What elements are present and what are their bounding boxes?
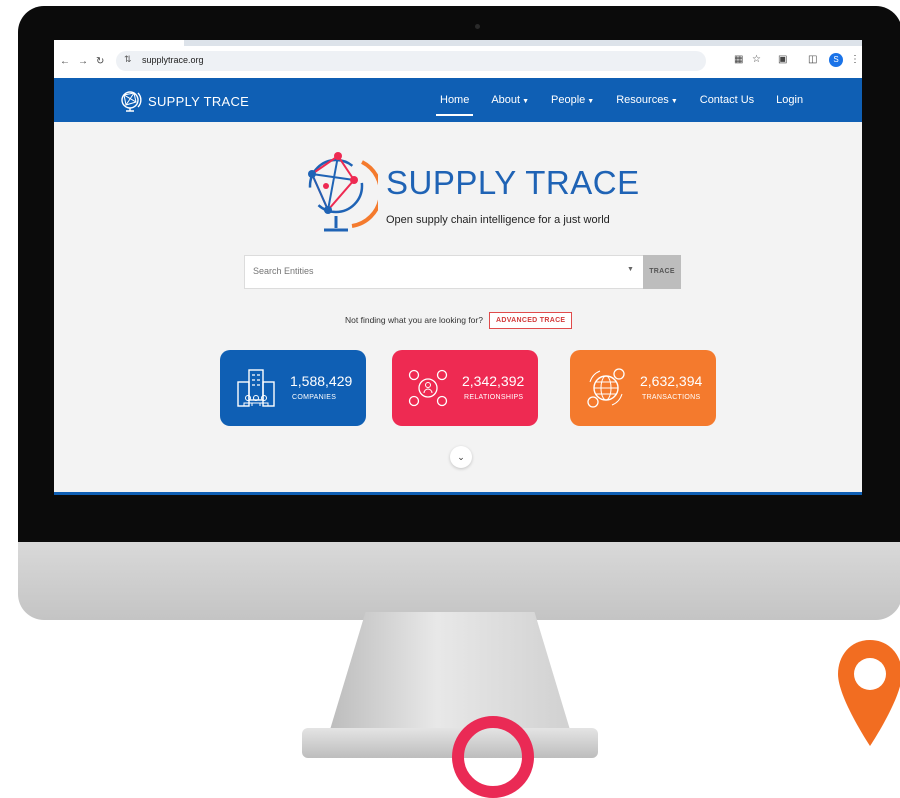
brand-name: SUPPLY TRACE (148, 93, 250, 109)
reload-icon[interactable]: ↻ (96, 56, 104, 67)
people-network-icon (408, 369, 448, 407)
advanced-trace-row: Not finding what you are looking for? AD… (345, 310, 585, 330)
monitor-stand-base (302, 728, 598, 758)
extensions-icon[interactable]: ▣ (778, 54, 787, 65)
site-logo[interactable]: SUPPLY TRACE (118, 89, 249, 113)
nav-resources-label: Resources (616, 94, 669, 106)
companies-label: COMPANIES (292, 394, 337, 401)
monitor-chin (18, 542, 900, 620)
relationships-label: RELATIONSHIPS (464, 394, 524, 401)
section-divider (54, 492, 862, 495)
ring-decoration (452, 716, 534, 798)
caret-down-icon: ▼ (670, 98, 678, 105)
relationships-count: 2,342,392 (462, 373, 525, 389)
search-input[interactable] (245, 256, 640, 286)
advanced-prompt: Not finding what you are looking for? (345, 315, 483, 325)
browser-chrome: ← → ↻ ⇅ supplytrace.org ▦ ☆ ▣ ◫ S ⋮ (54, 40, 862, 78)
supply-trace-globe-icon (308, 152, 378, 232)
advanced-trace-button[interactable]: ADVANCED TRACE (488, 311, 573, 329)
search-dropdown-icon[interactable]: ▼ (627, 266, 634, 273)
main-menu: Home About ▼ People ▼ Resources ▼ Contact U… (435, 78, 825, 122)
address-bar[interactable]: ⇅ supplytrace.org (116, 51, 706, 71)
nav-people[interactable]: People ▼ (551, 94, 594, 106)
bookmark-star-icon[interactable]: ☆ (752, 54, 761, 65)
globe-money-icon (587, 368, 625, 408)
hero: SUPPLY TRACE Open supply chain intellige… (302, 144, 642, 240)
sidepanel-icon[interactable]: ◫ (808, 54, 817, 65)
nav-people-label: People (551, 94, 586, 106)
back-icon[interactable]: ← (60, 56, 70, 67)
nav-login[interactable]: Login (776, 94, 803, 106)
profile-avatar[interactable]: S (829, 53, 843, 67)
nav-resources[interactable]: Resources ▼ (616, 94, 678, 106)
nav-about[interactable]: About ▼ (491, 94, 529, 106)
caret-down-icon: ▼ (522, 98, 530, 105)
nav-contact[interactable]: Contact Us (700, 94, 754, 106)
hero-title: SUPPLY TRACE (386, 164, 640, 201)
url-text: supplytrace.org (142, 55, 204, 65)
caret-down-icon: ▼ (587, 98, 595, 105)
camera (475, 24, 480, 29)
tab-strip (54, 40, 862, 46)
stat-card-transactions[interactable]: 2,632,394 TRANSACTIONS (570, 350, 716, 426)
globe-logo-icon (121, 91, 142, 112)
browser-screen: ← → ↻ ⇅ supplytrace.org ▦ ☆ ▣ ◫ S ⋮ SUPP… (54, 40, 862, 495)
stat-card-relationships[interactable]: 2,342,392 RELATIONSHIPS (392, 350, 538, 426)
menu-kebab-icon[interactable]: ⋮ (850, 54, 860, 65)
address-row: ← → ↻ ⇅ supplytrace.org ▦ ☆ ▣ ◫ S ⋮ (54, 50, 862, 74)
site-navbar: SUPPLY TRACE Home About ▼ People ▼ Resourc… (54, 78, 862, 122)
hero-tagline: Open supply chain intelligence for a jus… (386, 214, 610, 226)
buildings-icon (237, 369, 275, 407)
cast-icon[interactable]: ▦ (734, 54, 743, 65)
nav-about-label: About (491, 94, 521, 106)
transactions-count: 2,632,394 (640, 373, 703, 389)
nav-home[interactable]: Home (435, 94, 474, 116)
chevron-down-icon: ⌄ (457, 452, 465, 462)
transactions-label: TRANSACTIONS (642, 394, 701, 401)
nav-contact-label: Contact Us (699, 94, 755, 106)
nav-home-label: Home (440, 94, 470, 106)
scroll-down-button[interactable]: ⌄ (450, 446, 472, 468)
map-pin-decoration-icon (838, 640, 900, 746)
site-info-icon[interactable]: ⇅ (124, 54, 132, 65)
stat-card-companies[interactable]: 1,588,429 COMPANIES (220, 350, 366, 426)
trace-button[interactable]: TRACE (643, 255, 681, 289)
search-box: ▼ TRACE (244, 255, 681, 289)
companies-count: 1,588,429 (290, 373, 353, 389)
nav-login-label: Login (776, 94, 804, 106)
forward-icon[interactable]: → (78, 56, 88, 67)
